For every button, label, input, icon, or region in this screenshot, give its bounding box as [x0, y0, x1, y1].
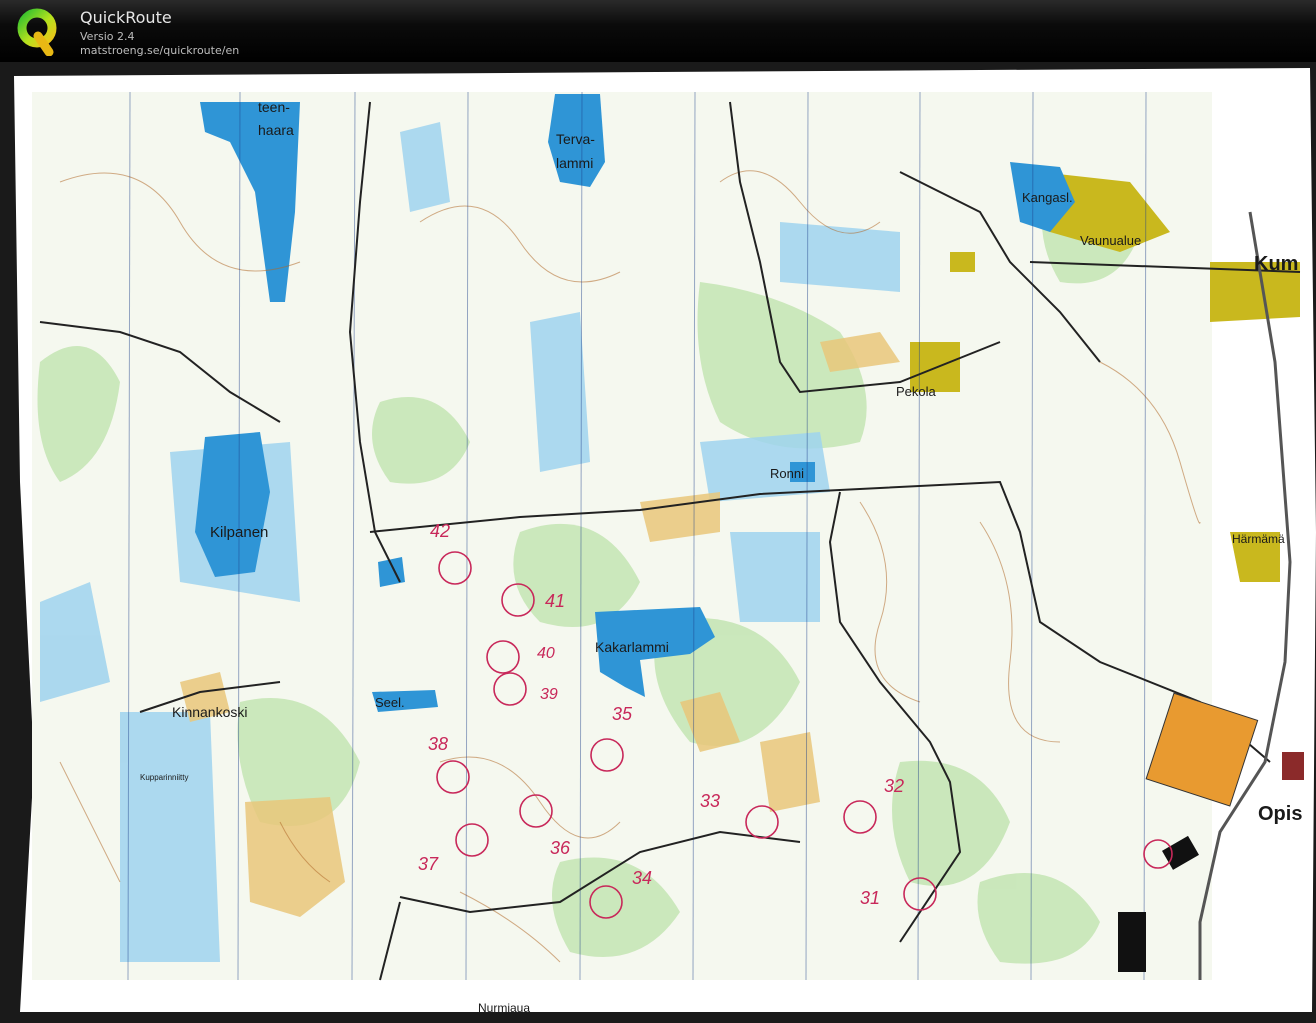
label-pekola: Pekola: [896, 384, 937, 399]
label-teen: teen-: [258, 99, 290, 115]
control-number-31: 31: [860, 888, 880, 908]
quickroute-logo-icon: [17, 8, 57, 56]
label-terva: Terva-: [556, 131, 595, 147]
label-kilpanen: Kilpanen: [210, 524, 268, 541]
label-kinnankoski: Kinnankoski: [172, 704, 248, 720]
label-lammi: lammi: [556, 155, 593, 171]
control-number-37: 37: [418, 854, 439, 874]
label-kupparinniitty: Kupparinniitty: [140, 773, 188, 782]
map-canvas[interactable]: teen- haara Terva- lammi Kangasl. Vaunua…: [0, 62, 1316, 1023]
label-ronni: Ronni: [770, 466, 804, 481]
control-number-35: 35: [612, 704, 633, 724]
label-haara: haara: [258, 122, 294, 138]
label-harmama: Härmämä: [1232, 532, 1285, 546]
label-kakarlammi: Kakarlammi: [595, 639, 669, 655]
title-bar: QuickRoute Versio 2.4 matstroeng.se/quic…: [0, 0, 1316, 62]
control-number-33: 33: [700, 791, 720, 811]
label-nurmiaua: Nurmiaua: [478, 1001, 530, 1015]
control-number-32: 32: [884, 776, 904, 796]
control-number-39: 39: [540, 686, 558, 703]
label-kangasl: Kangasl.: [1022, 190, 1073, 205]
app-version: Versio 2.4: [80, 30, 135, 43]
control-number-41: 41: [545, 591, 565, 611]
control-number-34: 34: [632, 868, 652, 888]
label-vaunualue: Vaunualue: [1080, 233, 1141, 248]
app-title: QuickRoute: [80, 8, 172, 27]
orienteering-map[interactable]: teen- haara Terva- lammi Kangasl. Vaunua…: [0, 62, 1316, 1023]
app-url[interactable]: matstroeng.se/quickroute/en: [80, 44, 239, 57]
control-number-42: 42: [430, 521, 450, 541]
control-number-40: 40: [537, 645, 555, 662]
label-opis: Opis: [1258, 803, 1302, 825]
control-number-36: 36: [550, 838, 571, 858]
control-number-38: 38: [428, 734, 448, 754]
label-kum: Kum: [1254, 253, 1298, 275]
label-seel: Seel.: [375, 695, 405, 710]
